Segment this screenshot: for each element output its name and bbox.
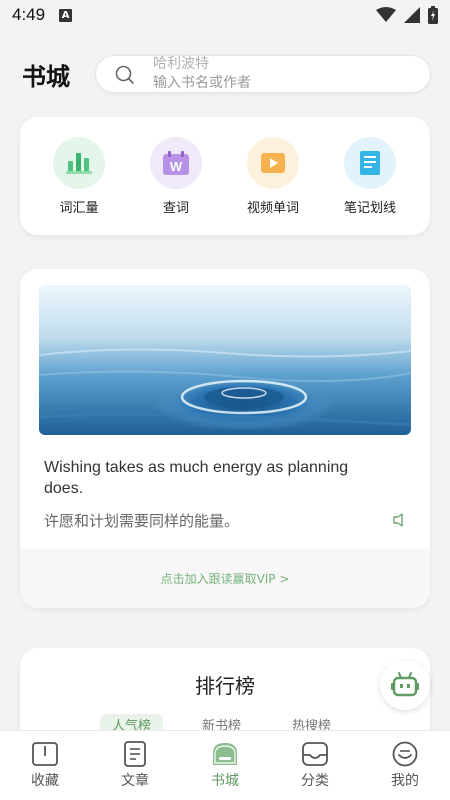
tab-articles[interactable]: 文章 xyxy=(90,731,180,800)
speaker-icon[interactable] xyxy=(392,513,404,527)
header: 书城 哈利波特 输入书名或作者 xyxy=(0,52,450,96)
smile-icon xyxy=(392,741,418,767)
tab-bookstore[interactable]: 书城 xyxy=(180,731,270,800)
tab-label: 文章 xyxy=(121,773,149,789)
tab-label: 我的 xyxy=(391,773,419,789)
search-icon xyxy=(115,65,134,84)
search-placeholder: 输入书名或作者 xyxy=(153,75,251,91)
quote-english: Wishing takes as much energy as planning… xyxy=(44,459,349,497)
tab-label: 收藏 xyxy=(31,773,59,789)
robot-icon xyxy=(391,672,419,697)
bottom-tab-bar: 收藏 文章 书城 分类 我的 xyxy=(0,730,450,800)
signal-icon xyxy=(404,7,420,23)
tab-label: 书城 xyxy=(211,773,239,789)
status-time: 4:49 xyxy=(12,5,46,24)
tool-video-words[interactable]: 视频单词 xyxy=(233,137,313,216)
search-input[interactable]: 哈利波特 输入书名或作者 xyxy=(95,55,431,93)
battery-icon xyxy=(428,6,438,24)
page-title: 书城 xyxy=(22,62,70,91)
quote-chinese: 许愿和计划需要同样的能量。 xyxy=(44,512,240,530)
inbox-icon xyxy=(302,742,328,766)
wifi-icon xyxy=(376,7,396,22)
book-open-icon xyxy=(32,742,58,766)
tab-categories[interactable]: 分类 xyxy=(270,731,360,800)
store-icon xyxy=(213,743,237,765)
assistant-button[interactable] xyxy=(380,660,430,710)
water-drop-image xyxy=(39,285,411,435)
status-bar: 4:49 A xyxy=(0,0,450,30)
tab-label: 分类 xyxy=(301,773,329,789)
tab-favorites[interactable]: 收藏 xyxy=(0,731,90,800)
tool-label: 词汇量 xyxy=(59,201,99,216)
search-suggestion: 哈利波特 xyxy=(153,56,209,72)
document-icon xyxy=(124,741,146,767)
tool-label: 笔记划线 xyxy=(343,201,396,216)
tool-lookup[interactable]: W 查词 xyxy=(136,137,216,216)
svg-text:W: W xyxy=(170,159,183,174)
daily-quote-card[interactable]: Wishing takes as much energy as planning… xyxy=(20,269,430,608)
status-icons xyxy=(376,6,438,24)
tab-profile[interactable]: 我的 xyxy=(360,731,450,800)
tools-card: 词汇量 W 查词 视频单词 笔记划线 xyxy=(20,117,430,235)
vip-follow-read-link[interactable]: 点击加入跟读赢取VIP > xyxy=(20,549,430,608)
calendar-w-icon: W xyxy=(150,137,202,189)
tool-notes[interactable]: 笔记划线 xyxy=(330,137,410,216)
bar-chart-icon xyxy=(53,137,105,189)
video-play-icon xyxy=(247,137,299,189)
tool-label: 查词 xyxy=(162,201,189,216)
notebook-icon xyxy=(344,137,396,189)
a-notification-icon: A xyxy=(59,8,73,22)
tool-label: 视频单词 xyxy=(246,201,299,216)
tool-vocabulary[interactable]: 词汇量 xyxy=(39,137,119,216)
ranking-title: 排行榜 xyxy=(195,674,255,698)
